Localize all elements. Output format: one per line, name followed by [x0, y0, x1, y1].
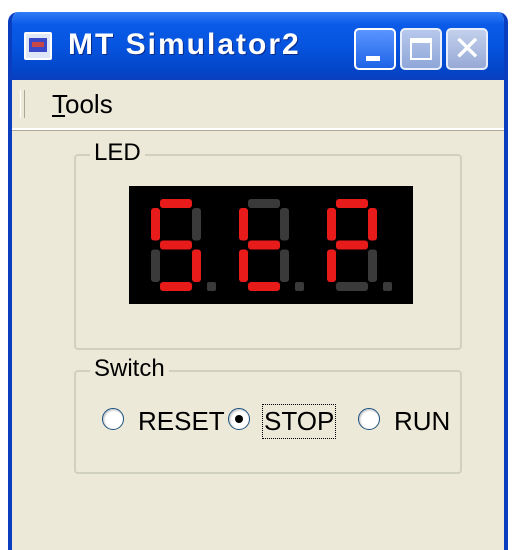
- menu-tools-label: ools: [65, 89, 113, 119]
- led-decimal-point: [295, 282, 304, 291]
- menu-grip: [20, 90, 25, 118]
- led-segment-a: [160, 199, 192, 208]
- radio-reset-circle[interactable]: [102, 408, 124, 430]
- led-segment-d: [248, 282, 280, 291]
- led-segment-e: [151, 249, 160, 282]
- led-segment-a: [248, 199, 280, 208]
- app-icon[interactable]: [24, 32, 52, 60]
- radio-stop-label[interactable]: STOP: [261, 404, 337, 439]
- led-segment-e: [327, 249, 336, 282]
- maximize-button[interactable]: [400, 28, 442, 70]
- close-button[interactable]: ✕: [446, 28, 488, 70]
- title-bar[interactable]: MT Simulator2 ✕: [12, 12, 504, 80]
- radio-reset-label[interactable]: RESET: [138, 406, 225, 437]
- radio-run-label[interactable]: RUN: [394, 406, 450, 437]
- menu-tools[interactable]: Tools: [52, 89, 113, 120]
- led-segment-c: [192, 249, 201, 282]
- led-segment-g: [160, 240, 192, 250]
- led-segment-f: [327, 208, 336, 241]
- menu-bar: Tools: [12, 80, 504, 130]
- led-display: [129, 186, 413, 304]
- led-segment-f: [239, 208, 248, 241]
- led-segment-b: [368, 208, 377, 241]
- radio-stop-circle[interactable]: [228, 408, 250, 430]
- switch-group-legend: Switch: [90, 356, 169, 382]
- close-icon: ✕: [453, 29, 482, 69]
- led-segment-d: [160, 282, 192, 291]
- led-group: LED: [74, 140, 462, 350]
- led-segment-e: [239, 249, 248, 282]
- led-segment-b: [192, 208, 201, 241]
- led-decimal-point: [383, 282, 392, 291]
- radio-run-circle[interactable]: [358, 408, 380, 430]
- led-decimal-point: [207, 282, 216, 291]
- minimize-button[interactable]: [354, 28, 396, 70]
- radio-selected-dot: [235, 415, 243, 423]
- minimize-icon: [366, 56, 380, 61]
- led-group-legend: LED: [90, 140, 145, 166]
- led-segment-f: [151, 208, 160, 241]
- led-digits: [151, 199, 392, 291]
- window-title: MT Simulator2: [68, 28, 301, 61]
- led-segment-c: [368, 249, 377, 282]
- menu-tools-mnemonic: T: [52, 89, 65, 119]
- led-segment-d: [336, 282, 368, 291]
- app-window: MT Simulator2 ✕ Tools LED Switch RESET S…: [8, 12, 508, 550]
- maximize-icon: [410, 38, 432, 60]
- led-segment-g: [248, 240, 280, 250]
- led-segment-c: [280, 249, 289, 282]
- led-segment-b: [280, 208, 289, 241]
- led-segment-a: [336, 199, 368, 208]
- led-segment-g: [336, 240, 368, 250]
